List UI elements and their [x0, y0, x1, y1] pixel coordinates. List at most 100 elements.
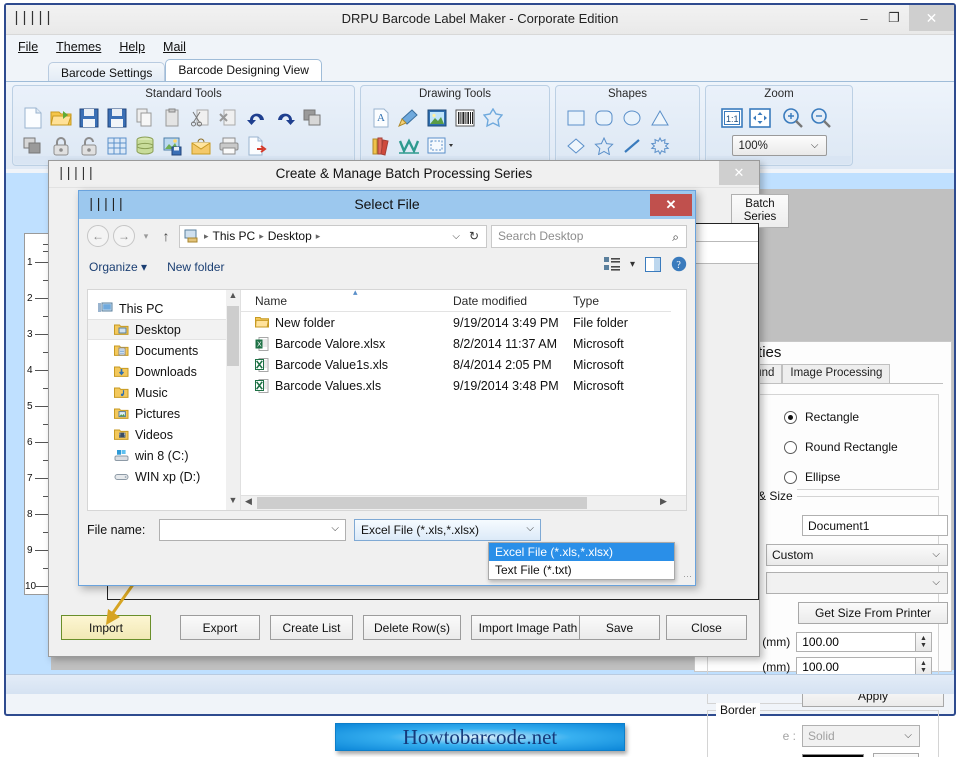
- save-icon[interactable]: [76, 105, 102, 131]
- import-image-path-button[interactable]: Import Image Path: [471, 615, 585, 640]
- file-type-option-excel[interactable]: Excel File (*.xls,*.xlsx): [489, 543, 674, 561]
- signature-icon[interactable]: [480, 105, 506, 131]
- bring-front-icon[interactable]: [300, 105, 326, 131]
- file-row-new-folder[interactable]: New folder 9/19/2014 3:49 PM File folder: [241, 312, 686, 333]
- ellipse-shape-icon[interactable]: [619, 105, 645, 131]
- radio-round-rectangle[interactable]: [784, 440, 797, 454]
- menu-item-file[interactable]: File: [18, 40, 38, 54]
- refresh-icon[interactable]: ↻: [469, 229, 479, 243]
- import-button[interactable]: Import: [61, 615, 151, 640]
- nav-item-music[interactable]: Music: [88, 382, 240, 403]
- actual-size-icon[interactable]: 1:1: [719, 105, 745, 131]
- menu-item-help[interactable]: Help: [119, 40, 145, 54]
- zoom-in-icon[interactable]: [780, 105, 806, 131]
- file-row-barcode-value1s[interactable]: Barcode Value1s.xls 8/4/2014 2:05 PM Mic…: [241, 354, 686, 375]
- tab-barcode-settings[interactable]: Barcode Settings: [48, 62, 166, 82]
- breadcrumb-dropdown-icon[interactable]: ⌵: [452, 231, 460, 242]
- file-type-option-text[interactable]: Text File (*.txt): [489, 561, 674, 579]
- close-button[interactable]: Close: [666, 615, 747, 640]
- round-rectangle-shape-icon[interactable]: [591, 105, 617, 131]
- redo-icon[interactable]: [272, 105, 298, 131]
- new-document-icon[interactable]: [20, 105, 46, 131]
- file-type-dropdown-list[interactable]: Excel File (*.xls,*.xlsx) Text File (*.t…: [488, 542, 675, 580]
- get-size-from-printer-button[interactable]: Get Size From Printer: [798, 602, 948, 624]
- file-row-barcode-values[interactable]: Barcode Values.xls 9/19/2014 3:48 PM Mic…: [241, 375, 686, 396]
- nav-item-win8-c[interactable]: win 8 (C:): [88, 445, 240, 466]
- radio-ellipse[interactable]: [784, 470, 797, 484]
- save-button[interactable]: Save: [579, 615, 660, 640]
- breadcrumb-desktop[interactable]: Desktop: [268, 229, 312, 243]
- chevron-down-icon[interactable]: ⌵: [526, 523, 534, 534]
- file-row-barcode-valore[interactable]: X Barcode Valore.xlsx 8/2/2014 11:37 AM …: [241, 333, 686, 354]
- help-icon[interactable]: ?: [671, 256, 687, 272]
- file-list-vertical-scrollbar[interactable]: [671, 290, 686, 510]
- zoom-out-icon[interactable]: [808, 105, 834, 131]
- rectangle-shape-icon[interactable]: [563, 105, 589, 131]
- chevron-down-icon[interactable]: ▾: [630, 259, 635, 270]
- width-stepper-arrows[interactable]: ▲ ▼: [915, 632, 932, 652]
- nav-item-pictures[interactable]: Pictures: [88, 403, 240, 424]
- triangle-shape-icon[interactable]: [647, 105, 673, 131]
- resize-grip-icon[interactable]: ⋯: [683, 571, 692, 582]
- file-name-input[interactable]: ⌵: [159, 519, 346, 541]
- tab-barcode-designing-view[interactable]: Barcode Designing View: [165, 59, 322, 81]
- view-layout-icon[interactable]: [603, 257, 620, 271]
- forward-button[interactable]: →: [113, 225, 135, 247]
- back-button[interactable]: ←: [87, 225, 109, 247]
- scroll-down-icon[interactable]: ▼: [226, 495, 240, 510]
- undo-icon[interactable]: [244, 105, 270, 131]
- batch-dialog-close-button[interactable]: ✕: [719, 161, 759, 185]
- scroll-up-icon[interactable]: ▲: [226, 290, 240, 305]
- recent-locations-icon[interactable]: ▾: [139, 231, 153, 242]
- zoom-level-select[interactable]: 100% ⌵: [731, 135, 827, 156]
- pen-icon[interactable]: [396, 105, 422, 131]
- open-folder-icon[interactable]: [48, 105, 74, 131]
- copy-icon[interactable]: [132, 105, 158, 131]
- nav-item-desktop[interactable]: Desktop: [88, 319, 240, 340]
- select-file-close-button[interactable]: ✕: [650, 194, 692, 216]
- nav-pane-scrollbar[interactable]: ▲ ▼: [226, 290, 240, 510]
- column-header-date-modified[interactable]: Date modified: [453, 294, 573, 308]
- page-preset-select[interactable]: Custom ⌵: [766, 544, 948, 566]
- column-header-type[interactable]: Type: [573, 294, 643, 308]
- export-button[interactable]: Export: [180, 615, 260, 640]
- file-type-select[interactable]: Excel File (*.xls,*.xlsx) ⌵: [354, 519, 541, 541]
- nav-item-downloads[interactable]: Downloads: [88, 361, 240, 382]
- file-list-horizontal-scrollbar[interactable]: ◀ ▶: [241, 495, 686, 510]
- barcode-icon[interactable]: [452, 105, 478, 131]
- organize-button[interactable]: Organize ▾: [89, 260, 147, 274]
- menu-item-mail[interactable]: Mail: [163, 40, 186, 54]
- preview-pane-icon[interactable]: [645, 256, 661, 272]
- nav-item-videos[interactable]: Videos: [88, 424, 240, 445]
- breadcrumb-bar[interactable]: ▸ This PC ▸ Desktop ▸ ⌵ ↻: [179, 224, 487, 248]
- document-name-input[interactable]: Document1: [802, 515, 948, 536]
- close-button[interactable]: ✕: [909, 5, 954, 31]
- scroll-right-icon[interactable]: ▶: [656, 496, 671, 510]
- file-list-scroll-thumb[interactable]: [257, 497, 587, 509]
- save-as-icon[interactable]: [104, 105, 130, 131]
- border-color-swatch[interactable]: [802, 753, 864, 757]
- nav-item-documents[interactable]: Documents: [88, 340, 240, 361]
- new-folder-button[interactable]: New folder: [167, 260, 224, 274]
- nav-pane-scroll-thumb[interactable]: [227, 306, 239, 366]
- menu-item-themes[interactable]: Themes: [56, 40, 101, 54]
- radio-rectangle[interactable]: [784, 410, 797, 424]
- picture-icon[interactable]: [424, 105, 450, 131]
- create-list-button[interactable]: Create List: [270, 615, 353, 640]
- breadcrumb-this-pc[interactable]: This PC: [213, 229, 256, 243]
- width-stepper[interactable]: 100.00 ▲ ▼: [796, 632, 932, 652]
- paste-icon[interactable]: [160, 105, 186, 131]
- cut-icon[interactable]: [188, 105, 214, 131]
- chevron-down-icon[interactable]: ⌵: [331, 523, 339, 534]
- delete-icon[interactable]: [216, 105, 242, 131]
- minimize-button[interactable]: –: [849, 5, 879, 31]
- maximize-button[interactable]: ❐: [879, 5, 909, 31]
- delete-rows-button[interactable]: Delete Row(s): [363, 615, 461, 640]
- text-icon[interactable]: A: [368, 105, 394, 131]
- scroll-left-icon[interactable]: ◀: [241, 496, 256, 510]
- up-one-level-button[interactable]: ↑: [157, 228, 175, 244]
- search-input[interactable]: Search Desktop ⌕: [491, 224, 687, 248]
- tab-image-processing[interactable]: Image Processing: [782, 364, 891, 383]
- nav-item-winxp-d[interactable]: WIN xp (D:): [88, 466, 240, 487]
- column-header-name[interactable]: Name: [241, 294, 453, 308]
